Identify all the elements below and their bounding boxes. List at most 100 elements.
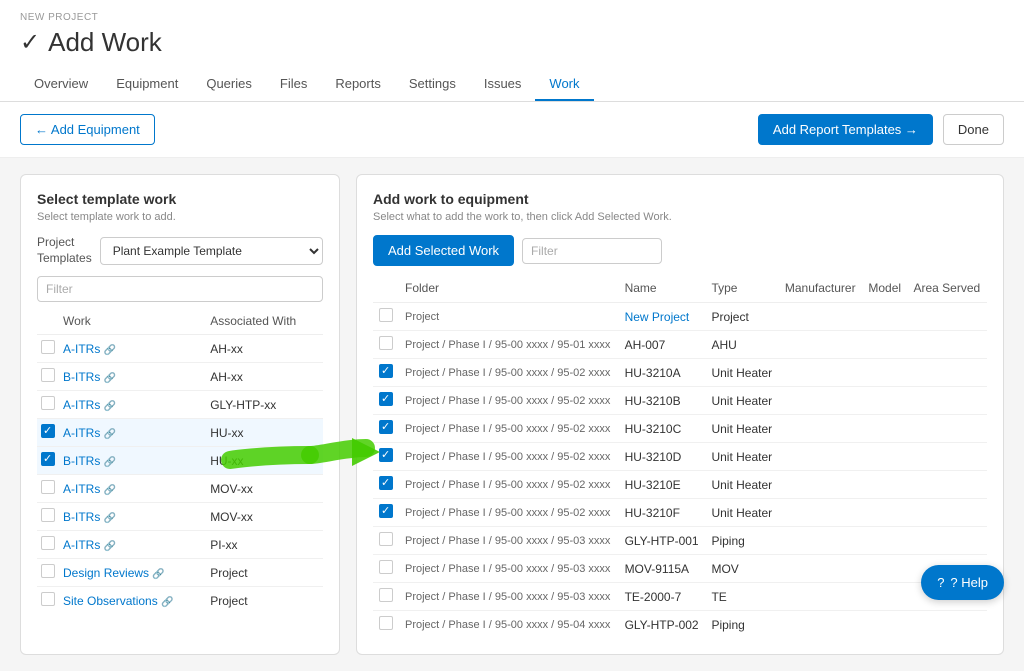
area-cell xyxy=(907,443,987,471)
col-name: Name xyxy=(619,276,706,303)
type-cell: TE xyxy=(705,583,778,611)
checkbox-unchecked[interactable] xyxy=(41,564,55,578)
checkbox-checked[interactable] xyxy=(379,448,393,462)
type-cell: Unit Heater xyxy=(705,443,778,471)
checkbox-unchecked[interactable] xyxy=(41,340,55,354)
area-cell xyxy=(907,331,987,359)
add-report-templates-button[interactable]: Add Report Templates → xyxy=(758,114,933,145)
checkbox-unchecked[interactable] xyxy=(379,616,393,630)
folder-cell: Project / Phase I / 95-00 xxxx / 95-02 x… xyxy=(399,443,619,471)
col-manufacturer: Manufacturer xyxy=(779,276,863,303)
checkbox-unchecked[interactable] xyxy=(41,508,55,522)
link-icon: 🔗 xyxy=(104,457,116,468)
toolbar: ← Add Equipment Add Report Templates → D… xyxy=(0,102,1024,158)
nav-tab-reports[interactable]: Reports xyxy=(321,68,395,101)
work-link[interactable]: A-ITRs xyxy=(63,482,100,496)
checkbox-unchecked[interactable] xyxy=(379,336,393,350)
nav-tab-files[interactable]: Files xyxy=(266,68,321,101)
checkbox-checked[interactable] xyxy=(41,452,55,466)
work-link[interactable]: A-ITRs xyxy=(63,398,100,412)
area-cell xyxy=(907,303,987,331)
checkbox-checked[interactable] xyxy=(379,476,393,490)
work-link[interactable]: A-ITRs xyxy=(63,426,100,440)
work-link[interactable]: B-ITRs xyxy=(63,370,100,384)
left-filter-input[interactable] xyxy=(37,276,323,302)
link-icon: 🔗 xyxy=(104,541,116,552)
manufacturer-cell xyxy=(779,359,863,387)
model-cell xyxy=(862,331,907,359)
checkbox-unchecked[interactable] xyxy=(379,308,393,322)
left-table-row: Design Reviews 🔗Project xyxy=(37,559,323,587)
name-cell: HU-3210E xyxy=(619,471,706,499)
nav-tab-queries[interactable]: Queries xyxy=(192,68,266,101)
checkbox-checked[interactable] xyxy=(379,364,393,378)
model-cell xyxy=(862,443,907,471)
checkbox-unchecked[interactable] xyxy=(379,588,393,602)
work-link[interactable]: B-ITRs xyxy=(63,454,100,468)
help-label: ? Help xyxy=(950,575,988,590)
folder-cell: Project / Phase I / 95-00 xxxx / 95-04 x… xyxy=(399,611,619,639)
folder-cell: Project / Phase I / 95-00 xxxx / 95-02 x… xyxy=(399,471,619,499)
name-cell: GLY-HTP-002 xyxy=(619,611,706,639)
work-cell: A-ITRs 🔗 xyxy=(59,531,206,559)
model-cell xyxy=(862,611,907,639)
left-table-row: A-ITRs 🔗PI-xx xyxy=(37,531,323,559)
checkbox-unchecked[interactable] xyxy=(41,592,55,606)
checkbox-checked[interactable] xyxy=(379,420,393,434)
area-cell xyxy=(907,527,987,555)
left-table-row: B-ITRs 🔗HU-xx xyxy=(37,447,323,475)
page-title: ✓ Add Work xyxy=(20,27,1004,58)
left-panel-subtitle: Select template work to add. xyxy=(37,211,323,223)
work-link[interactable]: B-ITRs xyxy=(63,510,100,524)
name-cell: HU-3210D xyxy=(619,443,706,471)
col-type: Type xyxy=(705,276,778,303)
add-equipment-button[interactable]: ← Add Equipment xyxy=(20,114,155,145)
right-panel: Add work to equipment Select what to add… xyxy=(356,174,1004,655)
right-panel-title: Add work to equipment xyxy=(373,191,987,207)
checkbox-checked[interactable] xyxy=(379,392,393,406)
work-link[interactable]: Site Observations xyxy=(63,594,158,608)
nav-tab-work[interactable]: Work xyxy=(535,68,593,101)
work-cell: B-ITRs 🔗 xyxy=(59,363,206,391)
nav-tab-settings[interactable]: Settings xyxy=(395,68,470,101)
checkbox-unchecked[interactable] xyxy=(41,480,55,494)
main-content: Select template work Select template wor… xyxy=(0,158,1024,671)
work-cell: A-ITRs 🔗 xyxy=(59,391,206,419)
link-icon: 🔗 xyxy=(104,373,116,384)
work-link[interactable]: A-ITRs xyxy=(63,538,100,552)
type-cell: MOV xyxy=(705,555,778,583)
folder-cell: Project xyxy=(399,303,619,331)
checkbox-checked[interactable] xyxy=(41,424,55,438)
work-link[interactable]: Design Reviews xyxy=(63,566,149,580)
right-filter-input[interactable] xyxy=(522,238,662,264)
work-link[interactable]: A-ITRs xyxy=(63,342,100,356)
left-table-row: B-ITRs 🔗AH-xx xyxy=(37,363,323,391)
area-cell xyxy=(907,499,987,527)
checkbox-unchecked[interactable] xyxy=(379,532,393,546)
template-select[interactable]: Plant Example Template xyxy=(100,237,323,265)
work-cell: Design Reviews 🔗 xyxy=(59,559,206,587)
model-cell xyxy=(862,359,907,387)
type-cell: Piping xyxy=(705,611,778,639)
nav-tab-issues[interactable]: Issues xyxy=(470,68,536,101)
right-panel-subtitle: Select what to add the work to, then cli… xyxy=(373,211,987,223)
checkbox-unchecked[interactable] xyxy=(41,536,55,550)
nav-tab-overview[interactable]: Overview xyxy=(20,68,102,101)
checkbox-unchecked[interactable] xyxy=(41,396,55,410)
checkbox-unchecked[interactable] xyxy=(379,560,393,574)
checkbox-unchecked[interactable] xyxy=(41,368,55,382)
folder-cell: Project / Phase I / 95-00 xxxx / 95-03 x… xyxy=(399,527,619,555)
done-button[interactable]: Done xyxy=(943,114,1004,145)
right-table-row: Project / Phase I / 95-00 xxxx / 95-02 x… xyxy=(373,387,987,415)
right-table-row: Project / Phase I / 95-00 xxxx / 95-02 x… xyxy=(373,471,987,499)
nav-tab-equipment[interactable]: Equipment xyxy=(102,68,192,101)
add-work-bar: Add Selected Work xyxy=(373,235,987,266)
checkbox-checked[interactable] xyxy=(379,504,393,518)
template-label: Project Templates xyxy=(37,235,92,266)
model-cell xyxy=(862,387,907,415)
name-cell: MOV-9115A xyxy=(619,555,706,583)
add-selected-work-button[interactable]: Add Selected Work xyxy=(373,235,514,266)
model-cell xyxy=(862,415,907,443)
right-table-row: Project / Phase I / 95-00 xxxx / 95-04 x… xyxy=(373,611,987,639)
help-button[interactable]: ? ? Help xyxy=(921,565,1004,600)
